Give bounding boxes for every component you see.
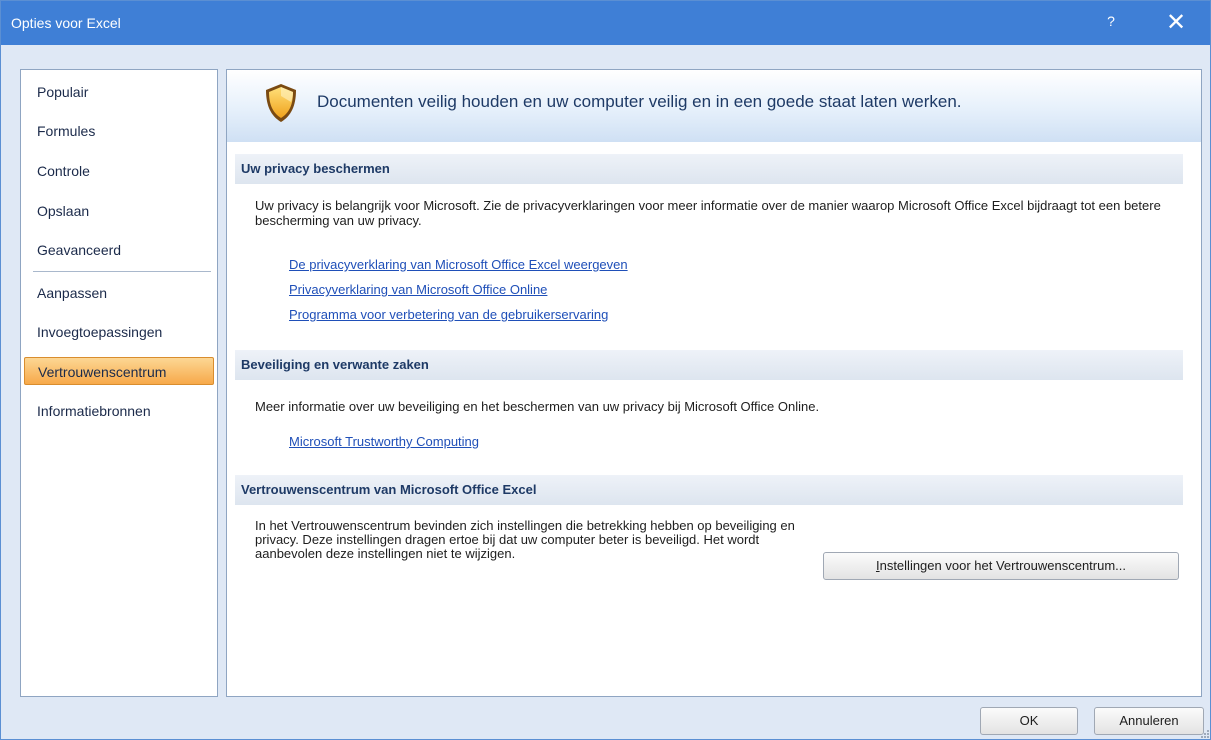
options-dialog: Opties voor Excel ? ✕ Populair Formules …: [0, 0, 1211, 740]
trust-center-settings-button[interactable]: Instellingen voor het Vertrouwenscentrum…: [823, 552, 1179, 580]
sidebar-item-vertrouwenscentrum[interactable]: Vertrouwenscentrum: [24, 357, 214, 385]
resize-grip-icon[interactable]: [1200, 729, 1210, 739]
trust-center-button-label: nstellingen voor het Vertrouwenscentrum.…: [879, 558, 1127, 573]
privacy-section-header: Uw privacy beschermen: [235, 154, 1183, 184]
content-panel: Documenten veilig houden en uw computer …: [226, 69, 1202, 697]
sidebar-item-informatiebronnen[interactable]: Informatiebronnen: [24, 397, 214, 425]
dialog-title: Opties voor Excel: [11, 15, 121, 31]
sidebar-item-aanpassen[interactable]: Aanpassen: [24, 279, 214, 307]
privacy-link-ceip[interactable]: Programma voor verbetering van de gebrui…: [289, 307, 608, 322]
privacy-text: Uw privacy is belangrijk voor Microsoft.…: [255, 198, 1161, 228]
security-text: Meer informatie over uw beveiliging en h…: [255, 399, 820, 414]
shield-icon: [266, 84, 296, 122]
sidebar-item-opslaan[interactable]: Opslaan: [24, 197, 214, 225]
page-banner: Documenten veilig houden en uw computer …: [227, 70, 1201, 142]
banner-text: Documenten veilig houden en uw computer …: [317, 92, 962, 111]
sidebar-item-formules[interactable]: Formules: [24, 117, 214, 145]
cancel-button[interactable]: Annuleren: [1094, 707, 1204, 735]
security-section-header: Beveiliging en verwante zaken: [235, 350, 1183, 380]
trust-center-section-header: Vertrouwenscentrum van Microsoft Office …: [235, 475, 1183, 505]
privacy-link-online[interactable]: Privacyverklaring van Microsoft Office O…: [289, 282, 547, 297]
sidebar-item-geavanceerd[interactable]: Geavanceerd: [24, 236, 214, 264]
privacy-link-excel[interactable]: De privacyverklaring van Microsoft Offic…: [289, 257, 628, 272]
title-bar[interactable]: Opties voor Excel ? ✕: [1, 1, 1210, 45]
sidebar-item-invoegtoepassingen[interactable]: Invoegtoepassingen: [24, 318, 214, 346]
sidebar-item-controle[interactable]: Controle: [24, 157, 214, 185]
sidebar: Populair Formules Controle Opslaan Geava…: [20, 69, 218, 697]
close-button[interactable]: ✕: [1161, 8, 1191, 38]
sidebar-item-populair[interactable]: Populair: [24, 78, 214, 106]
trust-center-text-body: In het Vertrouwenscentrum bevinden zich …: [255, 518, 795, 561]
sidebar-divider: [33, 271, 211, 272]
trust-center-text: In het Vertrouwenscentrum bevinden zich …: [255, 519, 815, 561]
trustworthy-computing-link[interactable]: Microsoft Trustworthy Computing: [289, 434, 479, 449]
help-button[interactable]: ?: [1101, 13, 1121, 33]
ok-button[interactable]: OK: [980, 707, 1078, 735]
